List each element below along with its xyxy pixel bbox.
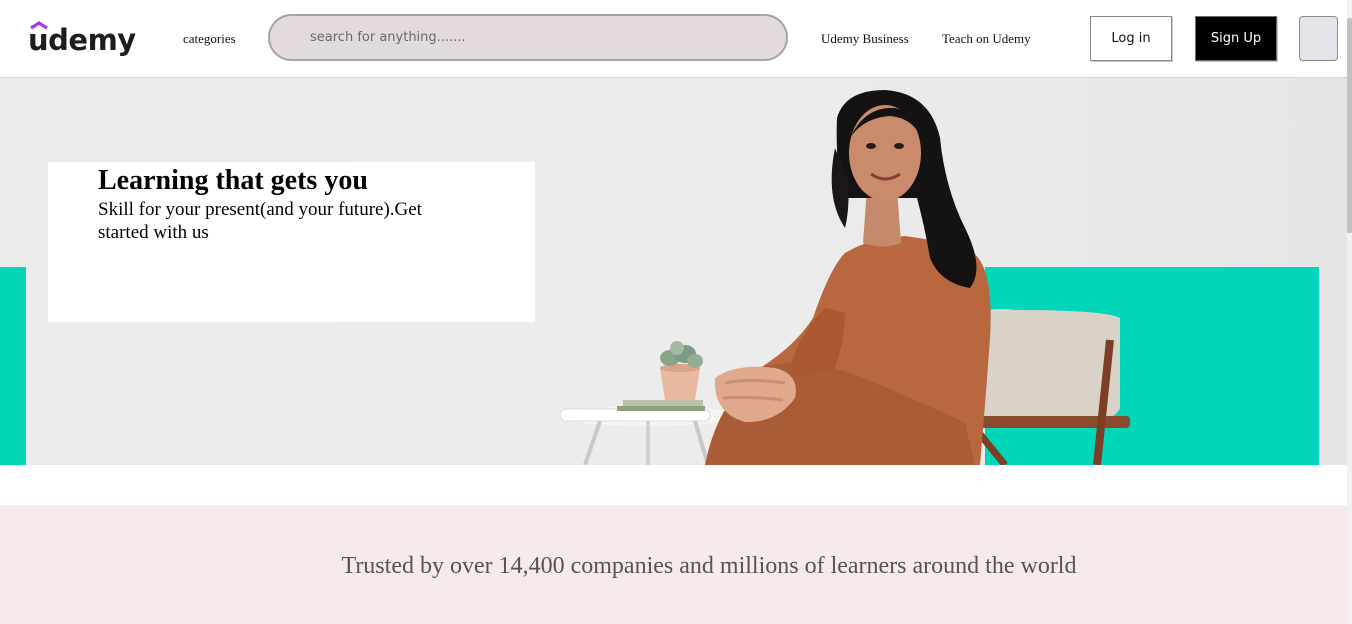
search-input[interactable]	[268, 14, 788, 61]
hero-card: Learning that gets you Skill for your pr…	[48, 162, 535, 322]
page-scrollbar[interactable]	[1347, 0, 1352, 624]
hero-woman-image	[559, 90, 1130, 465]
logo-wordmark: udemy	[28, 23, 136, 57]
hero-banner: Learning that gets you Skill for your pr…	[0, 78, 1347, 465]
udemy-business-link[interactable]: Udemy Business	[821, 31, 909, 47]
hero-subtitle: Skill for your present(and your future).…	[98, 199, 422, 243]
language-button[interactable]	[1299, 16, 1338, 61]
hero-title: Learning that gets you	[98, 165, 368, 196]
signup-button[interactable]: Sign Up	[1195, 16, 1277, 61]
trusted-by-section: Trusted by over 14,400 companies and mil…	[0, 505, 1347, 624]
trusted-by-text: Trusted by over 14,400 companies and mil…	[341, 553, 1077, 579]
teal-accent-left	[0, 267, 26, 465]
scrollbar-thumb[interactable]	[1347, 18, 1352, 233]
udemy-logo[interactable]: udemy	[28, 20, 140, 60]
section-spacer	[0, 465, 1347, 505]
login-button[interactable]: Log in	[1090, 16, 1172, 61]
teach-on-udemy-link[interactable]: Teach on Udemy	[942, 31, 1031, 47]
top-navbar: udemy categories Udemy Business Teach on…	[0, 0, 1347, 78]
categories-menu[interactable]: categories	[183, 31, 236, 47]
